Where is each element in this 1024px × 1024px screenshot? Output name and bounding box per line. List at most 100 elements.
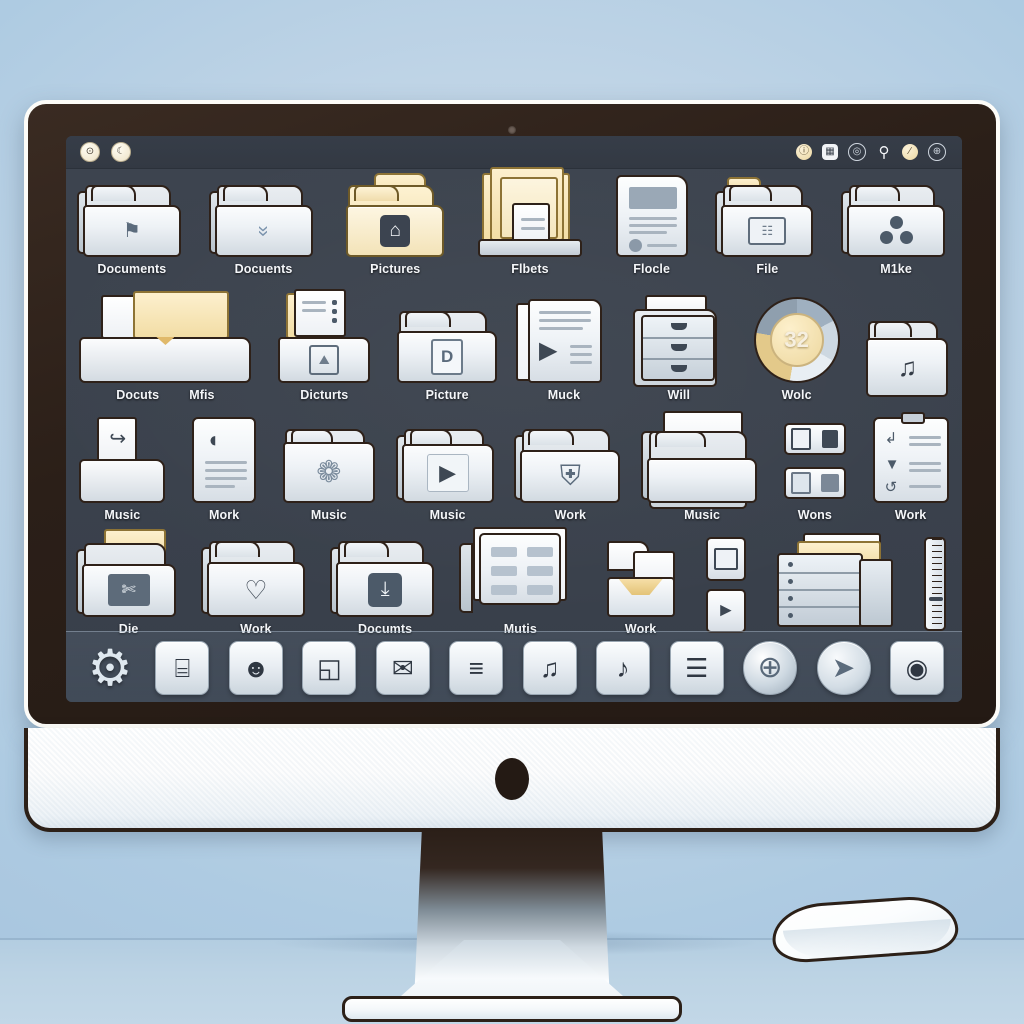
mail-envelope-icon[interactable]: ✉	[375, 640, 430, 695]
folder-photos-icon: ⛰	[309, 344, 340, 375]
desktop-icon-work-inbox[interactable]: ⬇ Work	[606, 541, 675, 636]
record-icon: ⊙	[85, 146, 95, 157]
folder-flower-icon: ❁	[316, 455, 342, 489]
disc-media-icon[interactable]: ◉	[889, 640, 944, 695]
app-switcher-icon[interactable]: ◱	[302, 640, 357, 695]
text-document-icon[interactable]: ≡	[449, 640, 504, 695]
desktop-icon-ruler[interactable]: ‖	[924, 537, 947, 636]
desktop-icon-tablet-group[interactable]: ► □	[705, 537, 746, 636]
desktop-icon-work-shield[interactable]: ⛨ Work	[514, 429, 621, 522]
icon-label: Pictures	[370, 262, 421, 276]
desktop-icon-dicturts[interactable]: ⛰ Dicturts	[278, 289, 371, 402]
title-bar: ⊙ ☾ ⓘ ▦ ◎ ⚲ ∕ ⊕	[66, 136, 962, 169]
moon-button[interactable]: ☾	[111, 142, 131, 162]
webcam-icon	[508, 126, 516, 134]
desktop-icon-flocle[interactable]: ☷ Flocle	[615, 175, 688, 276]
folder-image-icon: ☷	[748, 217, 787, 246]
folder-tools-icon: ✄	[107, 574, 150, 607]
desktop-icon-music-stack[interactable]: Music	[641, 411, 758, 522]
grid-icon[interactable]: ▦	[822, 144, 838, 160]
desktop-icon-documts[interactable]: ⤓ Documts	[330, 541, 435, 636]
icon-label: Work	[894, 508, 927, 522]
icon-label: Wolc	[781, 388, 812, 402]
icon-label: Will	[667, 388, 691, 402]
desktop-icon-music-folder[interactable]: ♫	[866, 321, 949, 402]
folder-shield-icon: ⛨	[559, 460, 581, 492]
moon-icon: ☾	[116, 146, 126, 157]
desktop-icon-server-rack[interactable]: ☰	[777, 533, 894, 636]
brand-logo	[495, 758, 529, 800]
icon-label: M1ke	[880, 262, 912, 276]
safari-compass-icon[interactable]: ➤	[816, 640, 871, 695]
monitor-stand-base	[342, 996, 682, 1022]
music-folder-icon[interactable]: ♫	[522, 640, 577, 695]
icon-row-3: ↪ ↪ Music ◖	[66, 411, 962, 522]
desktop-icon-file[interactable]: ☷ File	[715, 177, 814, 276]
desktop-icon-picture[interactable]: D Picture	[397, 311, 498, 402]
bottle-icon[interactable]: ⚲	[876, 144, 892, 160]
icon-label: Documents	[97, 262, 167, 276]
monitor-chin	[24, 728, 1000, 832]
desktop-icon-documents[interactable]: ⚑ Documents	[76, 185, 181, 276]
desktop-icon-wons[interactable]: ▤ Wons	[783, 423, 846, 522]
icon-label: Music	[429, 508, 466, 522]
desktop-icon-muck[interactable]: ▶ Muck	[515, 299, 604, 402]
desktop-icon-music-inbox[interactable]: ↪ ↪ Music	[79, 417, 166, 522]
desktop-icon-die[interactable]: ✄ Die	[75, 529, 176, 636]
desktop-icon-mutis[interactable]: ☷ Mutis	[459, 527, 575, 636]
battery-icon[interactable]: ∕	[902, 144, 918, 160]
icon-label: Flbets	[511, 262, 549, 276]
desktop-icon-mork[interactable]: ◖ ☰ Mork	[192, 417, 257, 522]
settings-icon[interactable]: ⊕	[928, 143, 946, 161]
desktop-icon-work-heart[interactable]: ♡ Work	[200, 541, 305, 636]
icon-label: Mfis	[189, 388, 215, 402]
icon-label: Mork	[208, 508, 240, 522]
globe-network-icon[interactable]: ⊕	[743, 640, 798, 695]
screen: ⊙ ☾ ⓘ ▦ ◎ ⚲ ∕ ⊕ ⚑ Documents » Docuents ⌂…	[66, 136, 962, 702]
desktop-icon-music-play[interactable]: ▶ Music	[395, 429, 494, 522]
icon-label: Music	[104, 508, 141, 522]
record-button[interactable]: ⊙	[80, 142, 100, 162]
music-note-icon[interactable]: ♪	[596, 640, 651, 695]
icon-label: Music	[684, 508, 721, 522]
icon-label: Picture	[425, 388, 469, 402]
window-controls: ⊙ ☾	[66, 142, 131, 162]
icon-label: Docuts	[116, 388, 160, 402]
icon-label: Muck	[547, 388, 581, 402]
scene-root: ⊙ ☾ ⓘ ▦ ◎ ⚲ ∕ ⊕ ⚑ Documents » Docuents ⌂…	[0, 0, 1024, 1024]
icon-label: Flocle	[633, 262, 671, 276]
computer-monitor: ⊙ ☾ ⓘ ▦ ◎ ⚲ ∕ ⊕ ⚑ Documents » Docuents ⌂…	[24, 100, 1000, 1022]
folder-music-icon: ♫	[897, 352, 918, 383]
desktop-icon-flbets[interactable]: ☰ Flbets	[477, 167, 582, 276]
icon-row-2: Docuts Mfis ⛰ Dicturts D Picture ▶ Muck …	[66, 289, 962, 402]
folder-document-d-icon: D	[431, 339, 464, 376]
folder-chevron-down-icon: »	[252, 225, 275, 237]
desktop-icon-docuts-mfis[interactable]: Docuts Mfis	[79, 291, 252, 402]
icon-label: Wons	[797, 508, 832, 522]
user-status-icon[interactable]: ⓘ	[796, 144, 812, 160]
system-preferences-gear-icon[interactable]: ⚙	[84, 642, 136, 694]
desktop-icon-docuents[interactable]: » Docuents	[208, 185, 313, 276]
icon-row-4: ✄ Die ♡ Work ⤓ Documts Mutis Work ►	[66, 527, 962, 636]
folder-home-icon: ⌂	[380, 215, 411, 248]
status-tray: ⓘ ▦ ◎ ⚲ ∕ ⊕	[796, 143, 962, 161]
icon-row-1: ⚑ Documents » Docuents ⌂ Pictures Flbets…	[66, 167, 962, 276]
desktop-icon-will[interactable]: ⌸ Will	[631, 295, 727, 402]
icon-label: Music	[310, 508, 347, 522]
list-document-icon[interactable]: ☰	[669, 640, 724, 695]
folder-download-icon: ⤓	[368, 572, 403, 607]
desktop-icon-m1ke[interactable]: M1ke	[841, 185, 946, 276]
contacts-user-icon[interactable]: ☻	[228, 640, 283, 695]
folder-barcode-icon[interactable]: ⌸	[155, 640, 210, 695]
pie-chart-32-icon: 32	[769, 313, 824, 367]
monitor-bezel: ⊙ ☾ ⓘ ▦ ◎ ⚲ ∕ ⊕ ⚑ Documents » Docuents ⌂…	[24, 100, 1000, 728]
desktop-icon-work-clipboard[interactable]: ↲ ▼ ↺ ≡ Work	[872, 412, 949, 522]
folder-shared-users-icon	[879, 216, 914, 246]
desktop-icon-wolc[interactable]: 32 Wolc	[753, 297, 840, 402]
target-icon[interactable]: ◎	[848, 143, 866, 161]
icon-label: Dicturts	[300, 388, 349, 402]
icon-label: File	[756, 262, 779, 276]
desktop-icon-music-flower[interactable]: ❁ Music	[282, 429, 375, 522]
desktop-icon-pictures[interactable]: ⌂ Pictures	[346, 173, 445, 276]
icon-label: Work	[554, 508, 587, 522]
